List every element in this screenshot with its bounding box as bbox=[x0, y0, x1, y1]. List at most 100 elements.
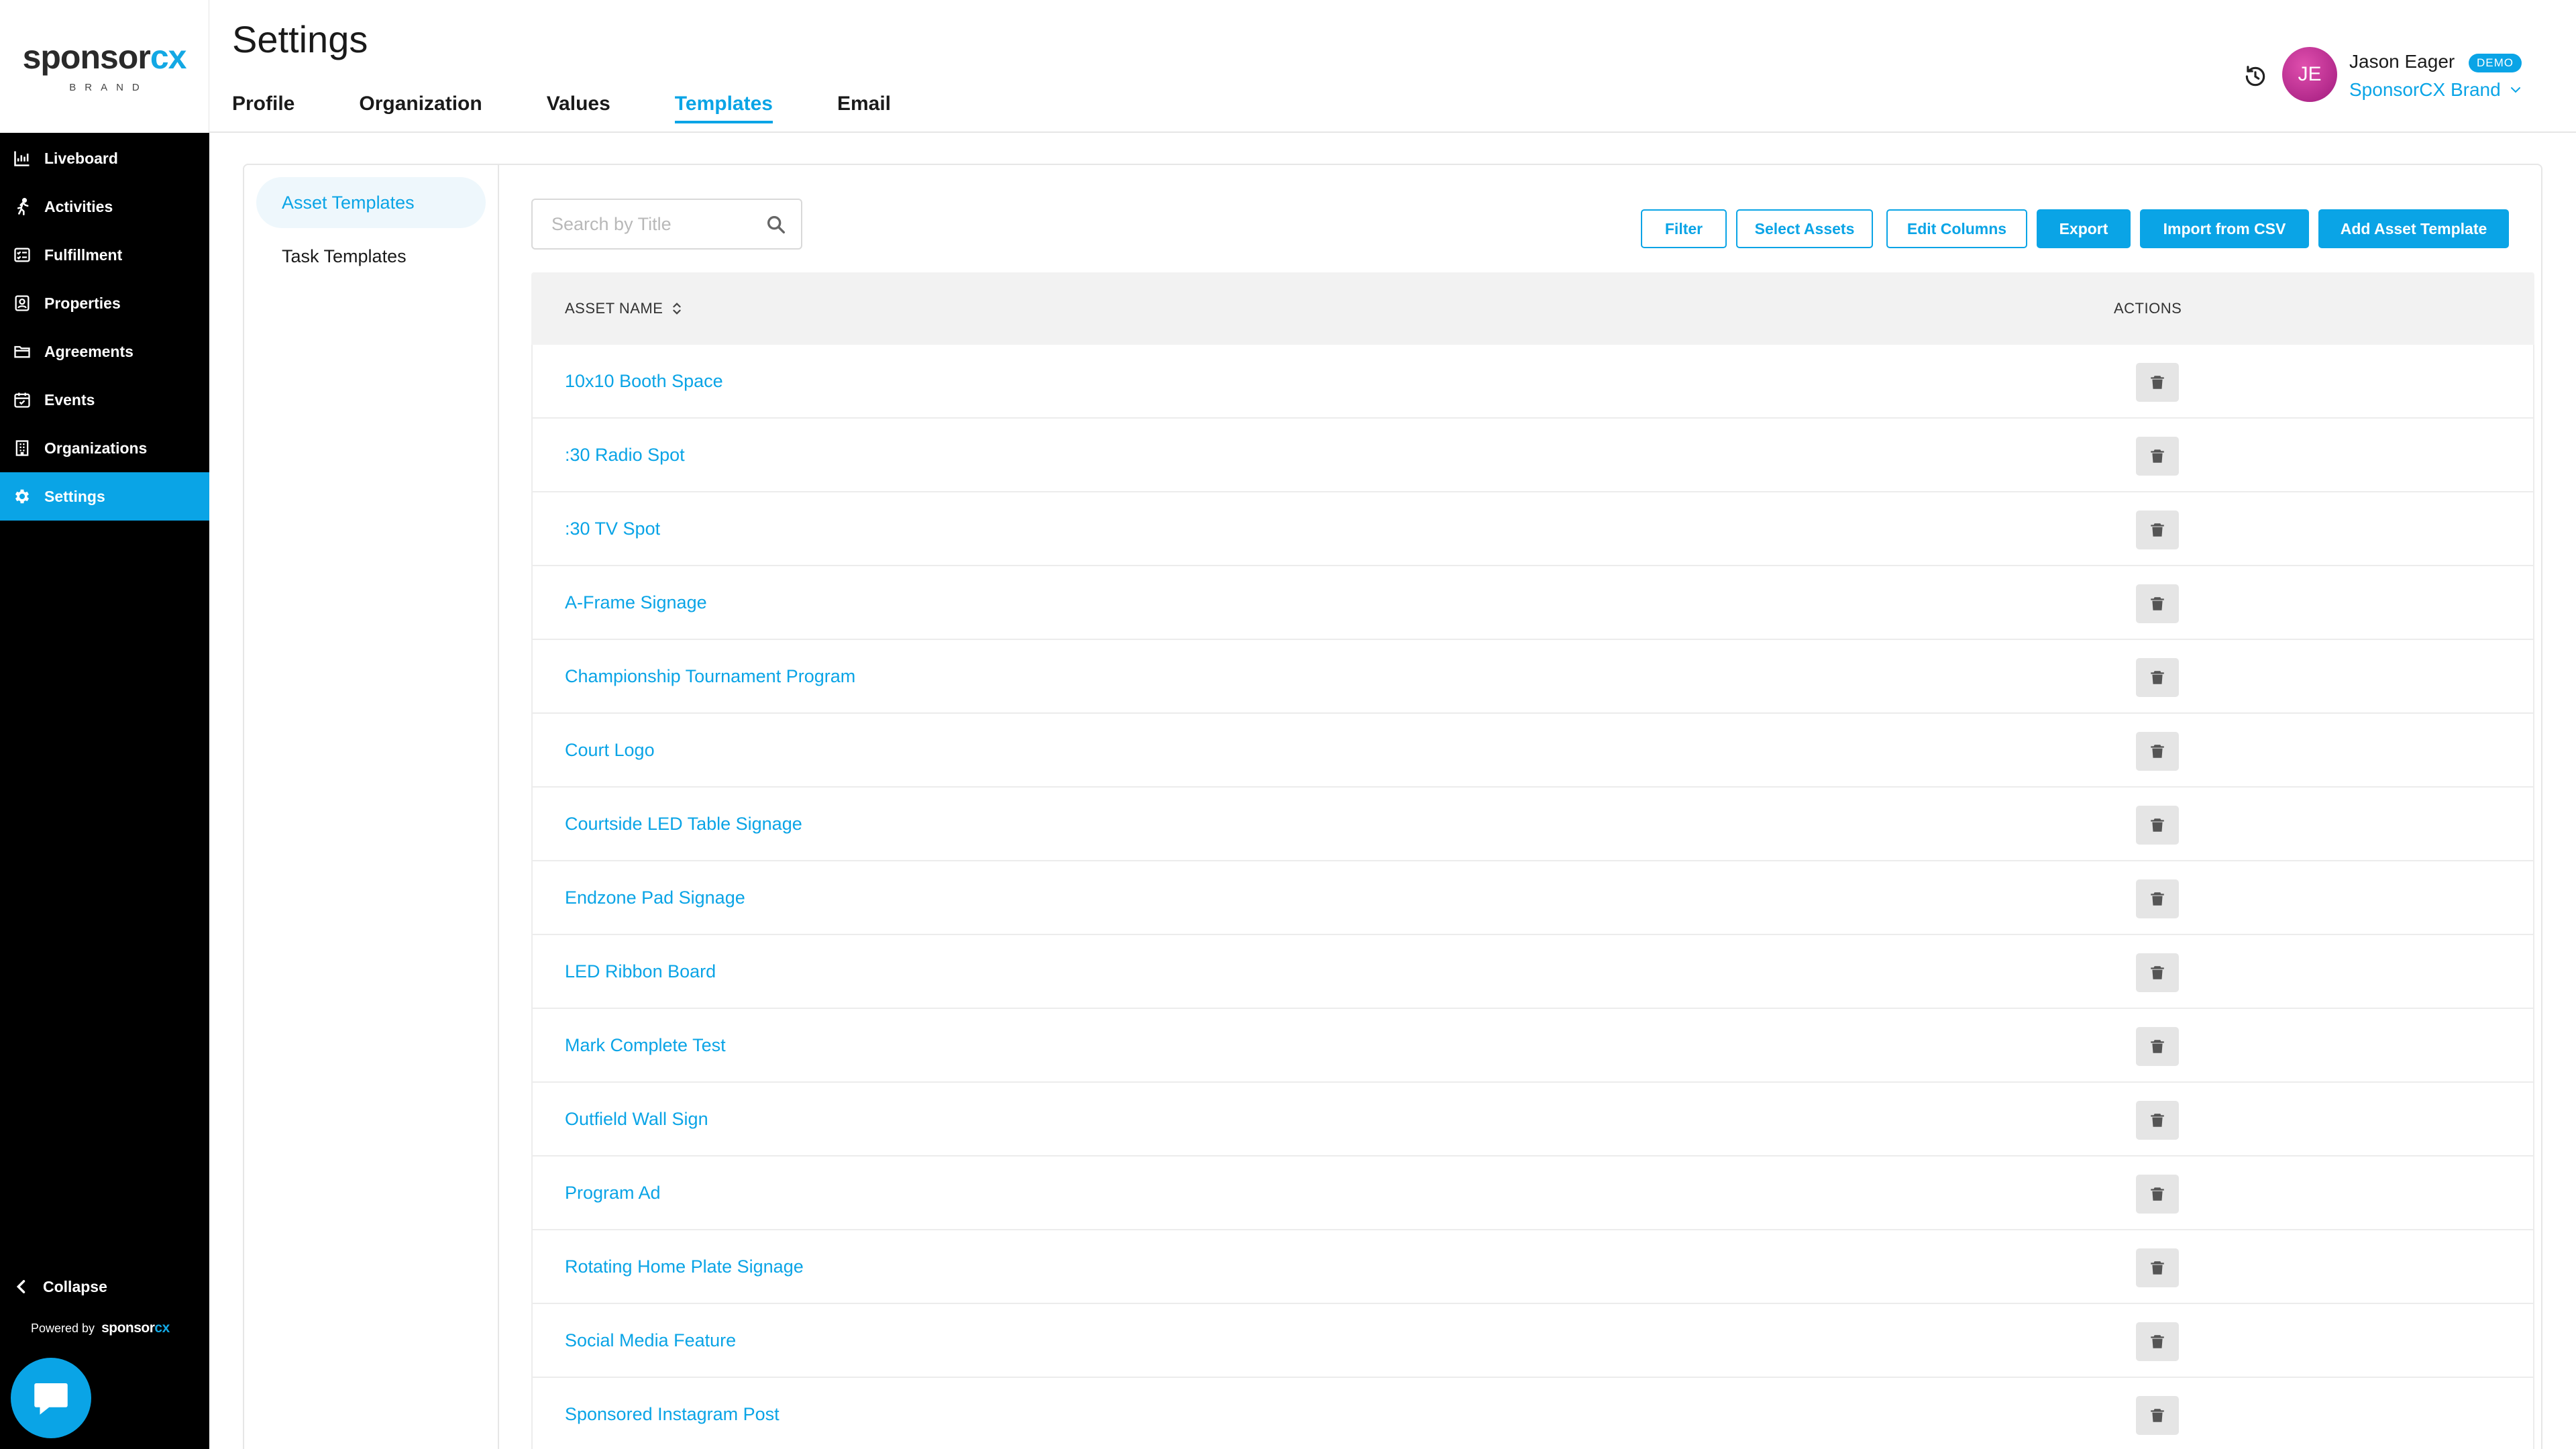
id-card-icon bbox=[12, 293, 32, 313]
chevron-down-icon bbox=[2510, 87, 2520, 93]
trash-icon bbox=[2151, 597, 2164, 610]
add-asset-template-button[interactable]: Add Asset Template bbox=[2318, 209, 2509, 248]
sidebar-item-organizations[interactable]: Organizations bbox=[0, 424, 209, 472]
submenu-asset-templates[interactable]: Asset Templates bbox=[256, 177, 486, 228]
sidebar-item-label: Liveboard bbox=[44, 149, 118, 167]
trash-icon bbox=[2151, 671, 2164, 684]
sidebar-item-liveboard[interactable]: Liveboard bbox=[0, 134, 209, 182]
delete-button[interactable] bbox=[2136, 511, 2179, 549]
trash-icon bbox=[2151, 1187, 2164, 1201]
table-row: Courtside LED Table Signage bbox=[533, 788, 2533, 861]
select-assets-button[interactable]: Select Assets bbox=[1736, 209, 1873, 248]
organization-selector[interactable]: SponsorCX Brand bbox=[2349, 79, 2524, 101]
table-row: Court Logo bbox=[533, 714, 2533, 788]
asset-name-link[interactable]: Championship Tournament Program bbox=[565, 666, 855, 687]
trash-icon bbox=[2151, 376, 2164, 389]
templates-submenu: Asset Templates Task Templates bbox=[244, 165, 499, 1449]
brand-logo[interactable]: sponsorcx BRAND bbox=[0, 0, 209, 133]
table-row: Mark Complete Test bbox=[533, 1009, 2533, 1083]
running-icon bbox=[12, 197, 32, 217]
sidebar-item-label: Properties bbox=[44, 294, 121, 312]
sidebar-item-fulfillment[interactable]: Fulfillment bbox=[0, 231, 209, 279]
sidebar-item-events[interactable]: Events bbox=[0, 376, 209, 424]
asset-name-link[interactable]: LED Ribbon Board bbox=[565, 961, 716, 982]
delete-button[interactable] bbox=[2136, 1248, 2179, 1287]
asset-name-link[interactable]: :30 TV Spot bbox=[565, 519, 660, 539]
chart-icon bbox=[12, 148, 32, 168]
user-name: Jason Eager bbox=[2349, 51, 2455, 72]
delete-button[interactable] bbox=[2136, 953, 2179, 992]
asset-name-link[interactable]: Program Ad bbox=[565, 1183, 661, 1203]
asset-name-link[interactable]: Courtside LED Table Signage bbox=[565, 814, 802, 835]
table-row: :30 TV Spot bbox=[533, 492, 2533, 566]
chevron-left-icon bbox=[16, 1280, 25, 1293]
edit-columns-button[interactable]: Edit Columns bbox=[1886, 209, 2027, 248]
delete-button[interactable] bbox=[2136, 1396, 2179, 1435]
import-csv-button[interactable]: Import from CSV bbox=[2140, 209, 2309, 248]
filter-button[interactable]: Filter bbox=[1641, 209, 1727, 248]
sidebar-item-settings[interactable]: Settings bbox=[0, 472, 209, 521]
search-icon[interactable] bbox=[765, 213, 788, 236]
tab-organization[interactable]: Organization bbox=[359, 93, 482, 123]
delete-button[interactable] bbox=[2136, 806, 2179, 845]
sidebar-item-agreements[interactable]: Agreements bbox=[0, 327, 209, 376]
trash-icon bbox=[2151, 449, 2164, 463]
sidebar-item-label: Activities bbox=[44, 197, 113, 215]
asset-templates-table: ASSET NAME ACTIONS 10x10 Booth Space :30… bbox=[531, 272, 2534, 1449]
asset-name-link[interactable]: :30 Radio Spot bbox=[565, 445, 685, 466]
history-button[interactable] bbox=[2241, 62, 2270, 91]
sidebar-item-label: Events bbox=[44, 390, 95, 409]
delete-button[interactable] bbox=[2136, 437, 2179, 476]
search-input[interactable] bbox=[551, 213, 753, 235]
submenu-task-templates[interactable]: Task Templates bbox=[256, 231, 486, 282]
table-row: Social Media Feature bbox=[533, 1304, 2533, 1378]
asset-name-link[interactable]: Court Logo bbox=[565, 740, 655, 761]
powered-by-logo: sponsorcx bbox=[101, 1320, 170, 1336]
export-button[interactable]: Export bbox=[2037, 209, 2131, 248]
delete-button[interactable] bbox=[2136, 658, 2179, 697]
trash-icon bbox=[2151, 523, 2164, 537]
tab-profile[interactable]: Profile bbox=[232, 93, 294, 123]
tab-templates[interactable]: Templates bbox=[674, 93, 773, 123]
asset-name-link[interactable]: Endzone Pad Signage bbox=[565, 888, 745, 908]
gear-icon bbox=[12, 486, 32, 506]
delete-button[interactable] bbox=[2136, 584, 2179, 623]
asset-name-link[interactable]: Outfield Wall Sign bbox=[565, 1109, 708, 1130]
collapse-button[interactable]: Collapse bbox=[12, 1277, 107, 1296]
sidebar-item-label: Fulfillment bbox=[44, 246, 123, 264]
delete-button[interactable] bbox=[2136, 363, 2179, 402]
column-header-asset-name[interactable]: ASSET NAME bbox=[565, 300, 684, 317]
delete-button[interactable] bbox=[2136, 1322, 2179, 1361]
delete-button[interactable] bbox=[2136, 732, 2179, 771]
trash-icon bbox=[2151, 1261, 2164, 1275]
logo-subtitle: BRAND bbox=[69, 81, 148, 93]
delete-button[interactable] bbox=[2136, 1101, 2179, 1140]
sort-icon bbox=[673, 303, 682, 315]
table-row: :30 Radio Spot bbox=[533, 419, 2533, 492]
asset-name-link[interactable]: Sponsored Instagram Post bbox=[565, 1404, 780, 1425]
sidebar-item-properties[interactable]: Properties bbox=[0, 279, 209, 327]
templates-card: Asset Templates Task Templates Filter Se… bbox=[243, 164, 2542, 1449]
sidebar-item-label: Organizations bbox=[44, 439, 148, 457]
sidebar: sponsorcx BRAND Liveboard Activities Ful… bbox=[0, 0, 209, 1449]
trash-icon bbox=[2151, 1335, 2164, 1348]
chat-widget-button[interactable] bbox=[11, 1358, 91, 1438]
chat-icon bbox=[34, 1383, 68, 1415]
asset-name-link[interactable]: Rotating Home Plate Signage bbox=[565, 1256, 804, 1277]
sidebar-item-activities[interactable]: Activities bbox=[0, 182, 209, 231]
search-box bbox=[531, 199, 802, 250]
asset-name-link[interactable]: A-Frame Signage bbox=[565, 592, 707, 613]
asset-name-link[interactable]: 10x10 Booth Space bbox=[565, 371, 723, 392]
table-row: Sponsored Instagram Post bbox=[533, 1378, 2533, 1449]
table-row: LED Ribbon Board bbox=[533, 935, 2533, 1009]
tab-email[interactable]: Email bbox=[837, 93, 891, 123]
delete-button[interactable] bbox=[2136, 1175, 2179, 1214]
logo-wordmark: sponsorcx bbox=[22, 38, 187, 76]
asset-name-link[interactable]: Mark Complete Test bbox=[565, 1035, 726, 1056]
delete-button[interactable] bbox=[2136, 879, 2179, 918]
calendar-check-icon bbox=[12, 390, 32, 410]
delete-button[interactable] bbox=[2136, 1027, 2179, 1066]
tab-values[interactable]: Values bbox=[547, 93, 610, 123]
avatar[interactable]: JE bbox=[2282, 47, 2337, 102]
asset-name-link[interactable]: Social Media Feature bbox=[565, 1330, 736, 1351]
